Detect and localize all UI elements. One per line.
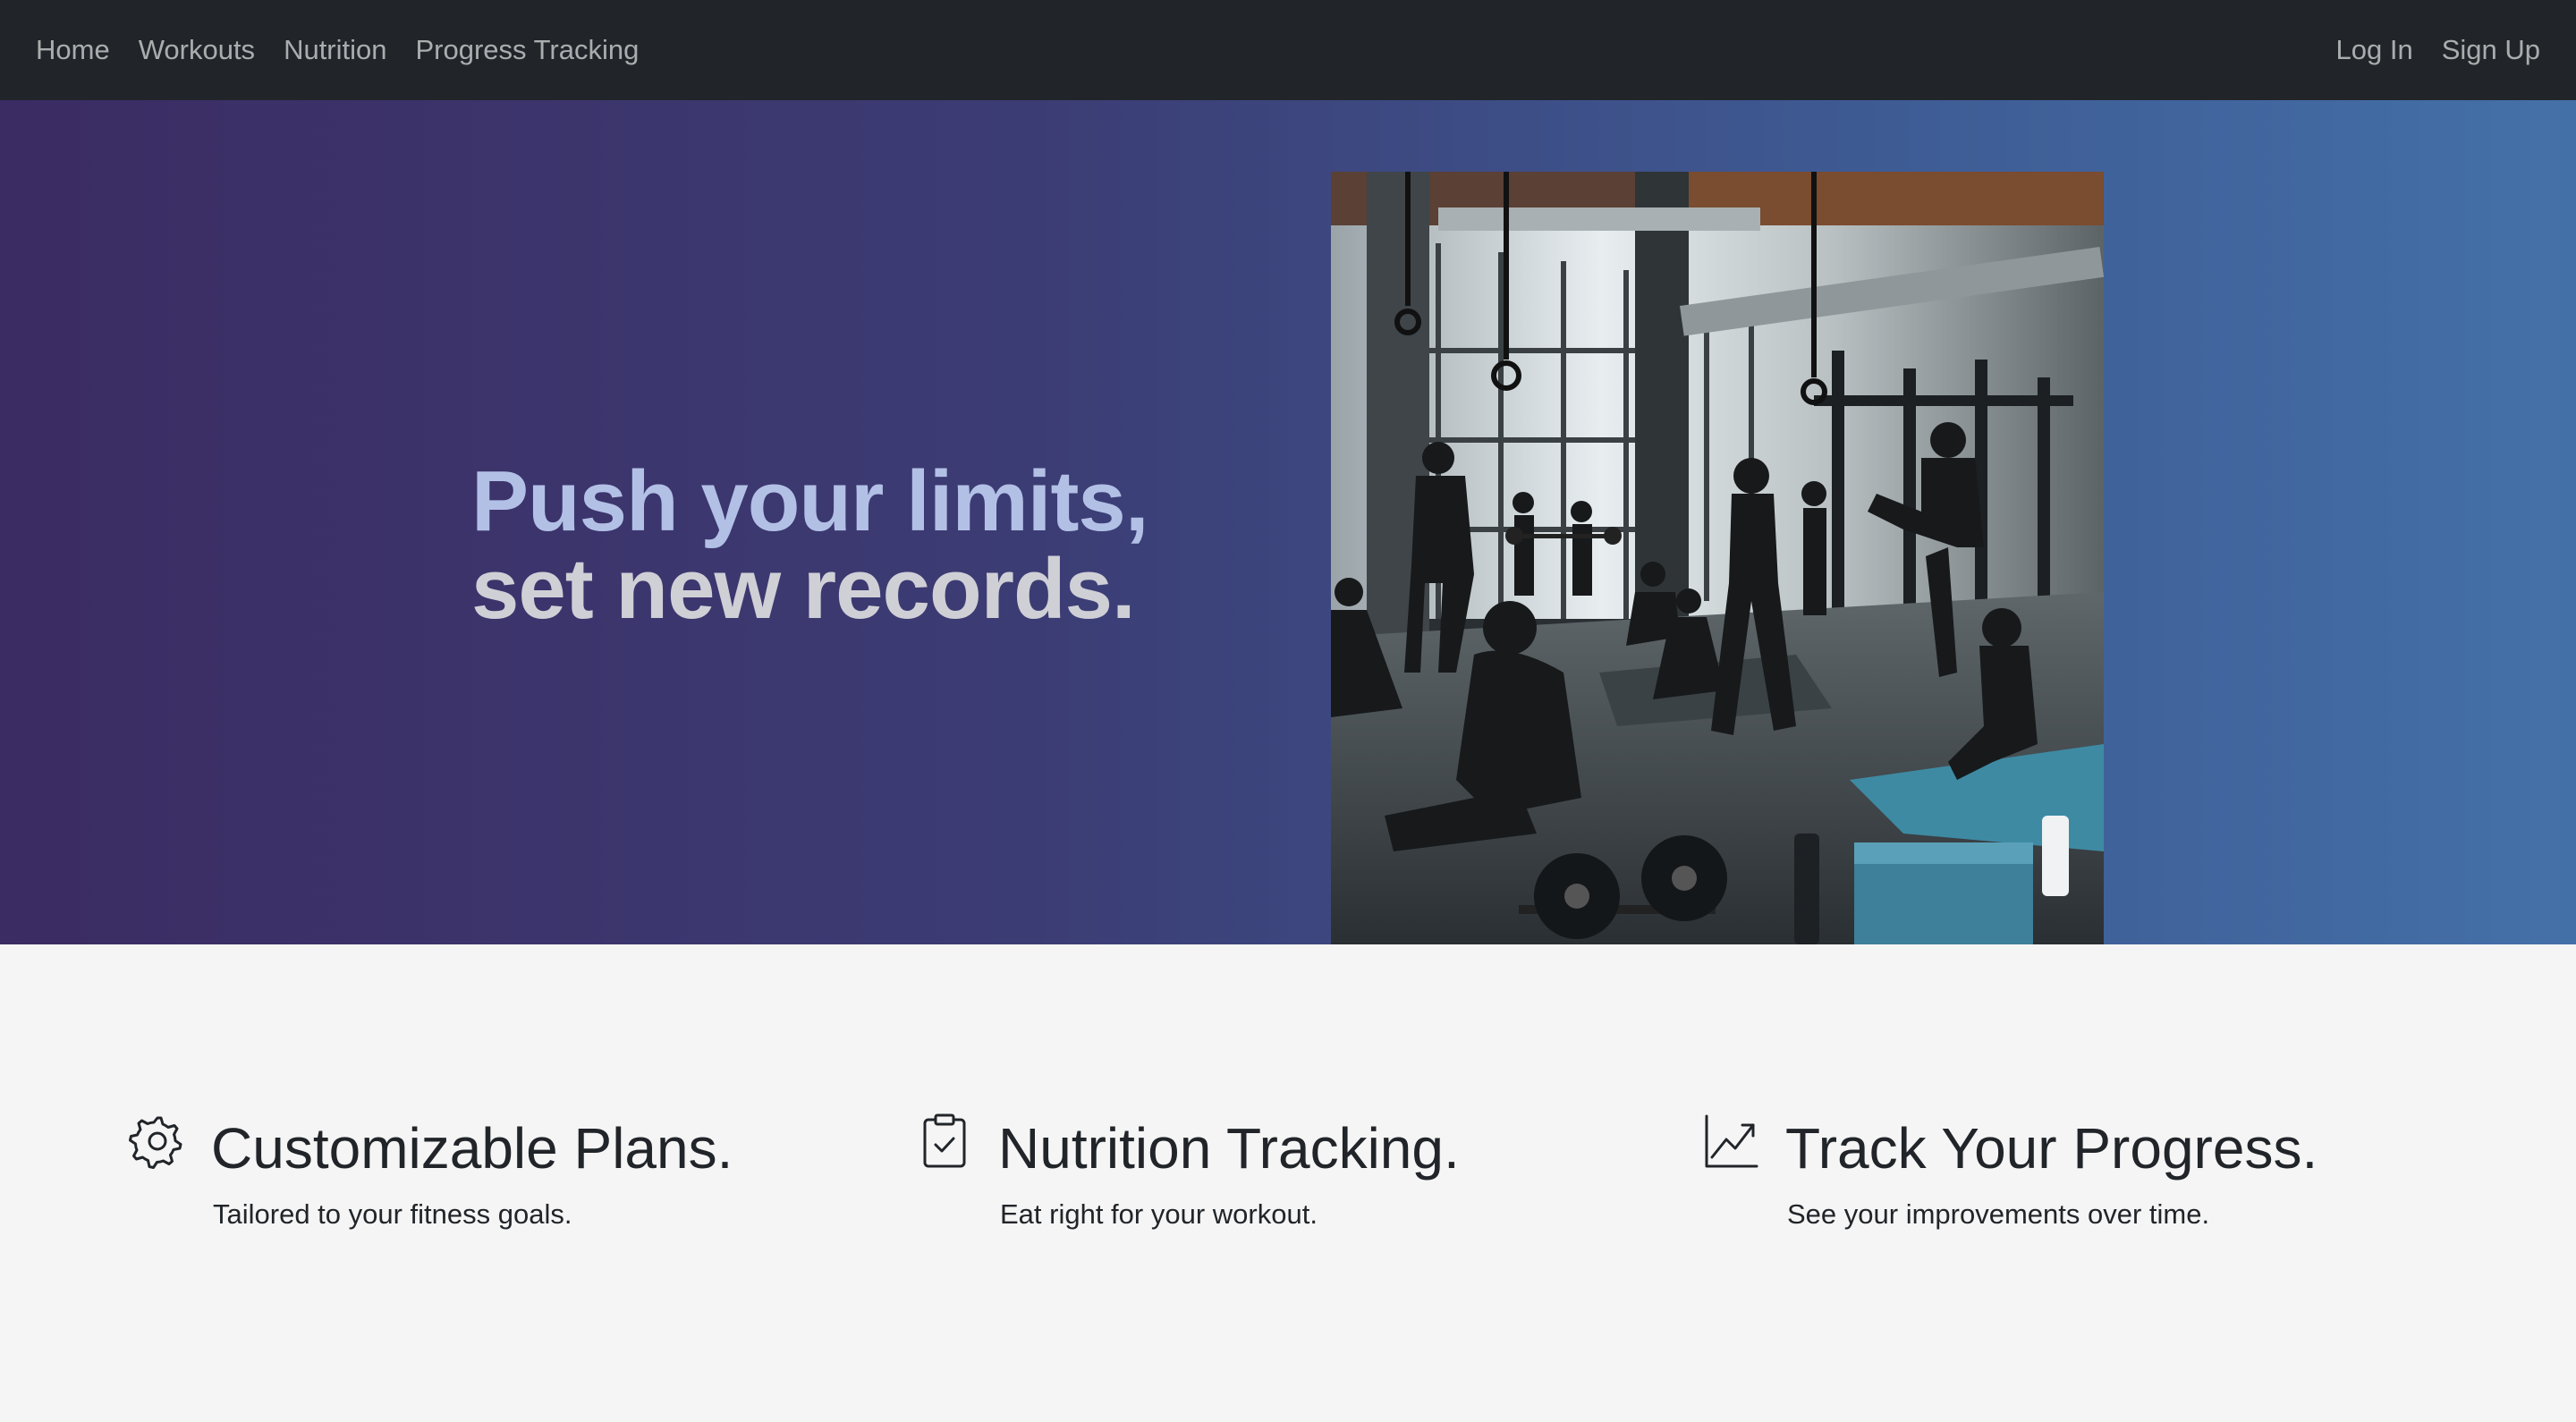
top-navbar: Home Workouts Nutrition Progress Trackin… — [0, 0, 2576, 100]
gym-photo-illustration — [1331, 172, 2104, 944]
hero-headline: Push your limits, set new records. — [471, 458, 1276, 633]
feature-description: See your improvements over time. — [1787, 1198, 2210, 1230]
feature-title: Nutrition Tracking. — [998, 1116, 1460, 1181]
hero-headline-line2: set new records. — [471, 541, 1136, 637]
graph-up-icon — [1703, 1113, 1760, 1170]
nav-right: Log In Sign Up — [2336, 34, 2541, 66]
gear-icon — [129, 1113, 186, 1170]
nav-nutrition-link[interactable]: Nutrition — [284, 34, 386, 66]
feature-description: Eat right for your workout. — [1000, 1198, 1318, 1230]
feature-title: Customizable Plans. — [211, 1116, 733, 1181]
feature-nutrition-tracking: Nutrition Tracking. Eat right for your w… — [916, 1113, 1649, 1256]
feature-customizable-plans: Customizable Plans. Tailored to your fit… — [129, 1113, 862, 1256]
feature-title: Track Your Progress. — [1785, 1116, 2318, 1181]
feature-description: Tailored to your fitness goals. — [213, 1198, 572, 1230]
gym-photo — [1331, 172, 2104, 944]
nav-home-link[interactable]: Home — [36, 34, 110, 66]
login-link[interactable]: Log In — [2336, 34, 2413, 66]
nav-workouts-link[interactable]: Workouts — [139, 34, 255, 66]
hero-section: Push your limits, set new records. — [0, 100, 2576, 944]
feature-track-progress: Track Your Progress. See your improvemen… — [1703, 1113, 2436, 1256]
clipboard-check-icon — [916, 1113, 973, 1170]
hero-headline-line1: Push your limits, — [471, 453, 1148, 549]
nav-progress-tracking-link[interactable]: Progress Tracking — [416, 34, 640, 66]
nav-left: Home Workouts Nutrition Progress Trackin… — [36, 34, 639, 66]
signup-link[interactable]: Sign Up — [2442, 34, 2540, 66]
features-section: Customizable Plans. Tailored to your fit… — [0, 944, 2576, 1422]
